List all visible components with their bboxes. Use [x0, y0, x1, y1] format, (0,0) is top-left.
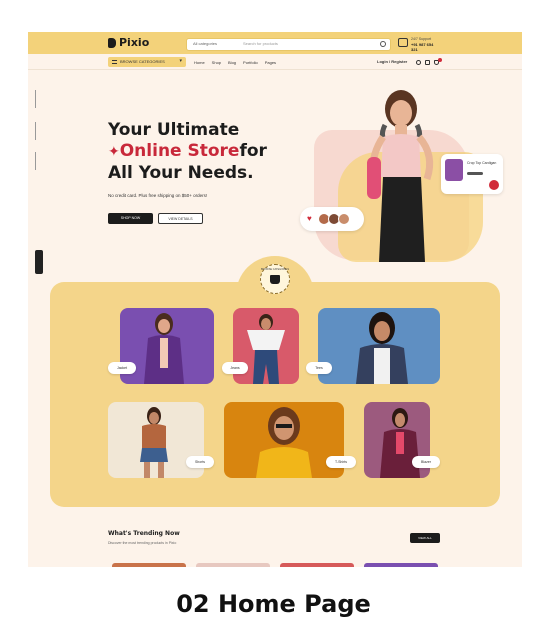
shopping-bag-icon — [270, 275, 280, 284]
product-name: Crop Top Cardigan — [467, 161, 497, 165]
nav-link-blog[interactable]: Blog — [228, 60, 236, 65]
avatar — [338, 213, 350, 225]
hero-subtitle: No credit card. Plus free shipping on $5… — [108, 193, 208, 198]
trending-title: What's Trending Now — [108, 530, 180, 537]
heart-icon: ♥ — [307, 214, 312, 223]
add-to-cart-icon[interactable] — [489, 180, 499, 190]
user-icon[interactable] — [425, 60, 430, 65]
hero-title-suffix: for — [239, 141, 267, 161]
search-input[interactable]: Search for products — [243, 41, 278, 46]
category-label-tshirts[interactable]: T-Shirts — [326, 456, 356, 468]
page-preview: Pixio All categories Search for products… — [28, 32, 522, 567]
product-price — [467, 172, 483, 175]
trending-product-card[interactable] — [112, 563, 186, 567]
hero-title-line3: All Your Needs. — [108, 163, 254, 183]
view-details-button[interactable]: VIEW DETAILS — [158, 213, 203, 224]
nav-link-pages[interactable]: Pages — [265, 60, 276, 65]
product-preview-card[interactable]: Crop Top Cardigan — [441, 154, 503, 194]
category-image — [256, 407, 312, 478]
social-link-icon[interactable] — [35, 122, 40, 140]
nav-link-portfolio[interactable]: Portfolio — [243, 60, 258, 65]
category-image — [144, 313, 184, 384]
support-phone: +91 987 654 321 — [411, 42, 434, 52]
trending-product-card[interactable] — [196, 563, 270, 567]
hero-title-line1: Your Ultimate — [108, 120, 240, 140]
trending-subtitle: Discover the most trending products in P… — [108, 541, 177, 545]
category-tile-jacket[interactable] — [120, 308, 214, 384]
logo-text: Pixio — [119, 36, 150, 49]
social-link-icon[interactable] — [35, 152, 40, 170]
trending-product-card[interactable] — [364, 563, 438, 567]
support-contact: 24/7 Support +91 987 654 321 — [398, 37, 438, 52]
trending-product-card[interactable] — [280, 563, 354, 567]
category-label-shorts[interactable]: Shorts — [186, 456, 214, 468]
main-nav: BROWSE CATEGORIES ▾ Home Shop Blog Portf… — [28, 54, 522, 70]
product-thumbnail — [445, 159, 463, 181]
hero-title-accent: Online Store — [119, 141, 240, 161]
hero-model-image — [367, 90, 434, 262]
cart-count-badge — [438, 58, 442, 62]
browse-categories-button[interactable]: BROWSE CATEGORIES ▾ — [108, 57, 186, 67]
chevron-down-icon: ▾ — [179, 58, 182, 64]
badge-text: BROWSE CATEGORIES — [260, 268, 289, 271]
nav-link-home[interactable]: Home — [194, 60, 205, 65]
top-bar: Pixio All categories Search for products… — [28, 32, 522, 54]
headset-icon — [398, 38, 408, 47]
sparkle-icon: ✦ — [108, 144, 120, 160]
nav-links: Home Shop Blog Portfolio Pages — [194, 60, 276, 65]
category-label-tees[interactable]: Tees — [306, 362, 332, 374]
category-tile-tees[interactable] — [318, 308, 440, 384]
logo[interactable]: Pixio — [110, 36, 149, 49]
search-category-select[interactable]: All categories — [193, 41, 217, 46]
search-icon[interactable] — [380, 41, 386, 47]
page-caption: 02 Home Page — [176, 590, 371, 618]
customer-rating-card: ♥ — [300, 207, 364, 231]
support-label: 24/7 Support — [411, 37, 432, 41]
category-tile-tshirts[interactable] — [224, 402, 344, 478]
shop-now-button[interactable]: SHOP NOW — [108, 213, 153, 224]
hero-title: Your Ultimate ✦Online Storefor All Your … — [108, 120, 308, 184]
category-label-jacket[interactable]: Jacket — [108, 362, 136, 374]
category-image — [356, 312, 408, 384]
login-register-link[interactable]: Login / Register — [377, 59, 407, 64]
category-label-blazer[interactable]: Blazer — [412, 456, 440, 468]
social-link-icon[interactable] — [35, 90, 40, 108]
browse-categories-label: BROWSE CATEGORIES — [120, 59, 165, 64]
search-icon[interactable] — [416, 60, 421, 65]
menu-icon — [112, 60, 117, 64]
side-tab[interactable] — [35, 250, 43, 274]
search-bar[interactable]: All categories Search for products — [186, 38, 391, 51]
nav-link-shop[interactable]: Shop — [212, 60, 221, 65]
category-label-jeans[interactable]: Jeans — [222, 362, 248, 374]
view-all-button[interactable]: VIEW ALL — [410, 533, 440, 543]
